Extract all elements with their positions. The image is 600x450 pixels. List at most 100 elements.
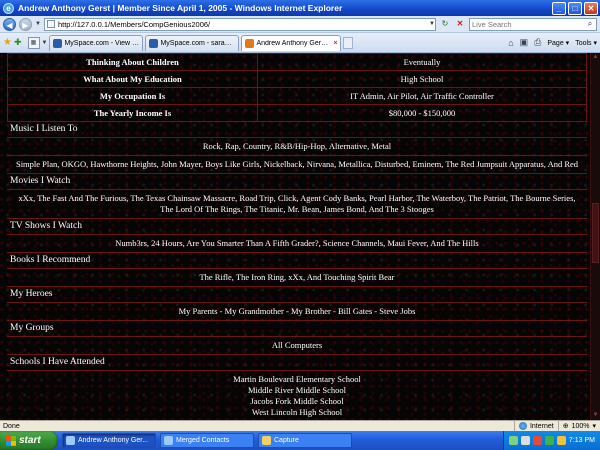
- movies-section: Movies I Watch xXx, The Fast And The Fur…: [7, 174, 587, 219]
- tab-list-dropdown-icon[interactable]: ▼: [42, 40, 48, 46]
- feeds-icon[interactable]: ▣: [520, 37, 529, 48]
- update-icon[interactable]: [556, 436, 566, 445]
- zoom-icon: ⊕: [562, 423, 569, 430]
- tab-row: ★ ✚ ▦ ▼ MySpace.com - View Image -... My…: [0, 33, 600, 53]
- window-title: Andrew Anthony Gerst | Member Since Apri…: [18, 3, 343, 13]
- table-row: What About My Education High School: [7, 70, 587, 88]
- system-tray: 7:13 PM: [502, 431, 600, 450]
- list-item: Martin Boulevard Elementary School: [233, 374, 361, 384]
- minimize-button[interactable]: _: [552, 1, 566, 15]
- taskbar-button-ie[interactable]: Andrew Anthony Ger...: [62, 433, 156, 448]
- status-text: Done: [3, 422, 20, 430]
- ie-icon: e: [3, 2, 14, 14]
- list-item: Jacobs Fork Middle School: [250, 396, 344, 406]
- myspace-icon: [53, 38, 63, 48]
- movies-heading: Movies I Watch: [7, 174, 587, 190]
- security-icon[interactable]: [532, 436, 542, 445]
- url-input[interactable]: [57, 19, 427, 29]
- detail-value: High School: [257, 70, 587, 88]
- clock: 7:13 PM: [568, 437, 595, 444]
- status-bar: Done Internet ⊕ 100% ▾: [0, 420, 600, 431]
- taskbar-button-merged-contacts[interactable]: Merged Contacts: [160, 433, 254, 448]
- internet-zone-icon: [518, 422, 527, 430]
- list-item: West Lincoln High School: [251, 407, 343, 417]
- quick-tabs-icon[interactable]: ▦: [27, 36, 40, 49]
- messenger-icon[interactable]: [544, 436, 554, 445]
- page-tab-icon: [245, 38, 255, 48]
- page-content: Thinking About Children Eventually What …: [0, 53, 590, 420]
- command-bar: ⌂ ▣ ⎙ Page ▾ Tools ▾: [508, 37, 597, 48]
- groups-list: All Computers: [7, 337, 587, 355]
- address-bar: ▼: [43, 17, 436, 31]
- tab-myspace-view-image[interactable]: MySpace.com - View Image -...: [49, 34, 144, 51]
- movies-list: xXx, The Fast And The Furious, The Texas…: [7, 190, 587, 219]
- tv-heading: TV Shows I Watch: [7, 219, 587, 235]
- close-tab-icon[interactable]: ×: [333, 40, 337, 47]
- myspace-icon: [149, 38, 159, 48]
- detail-value: $80,000 - $150,000: [257, 104, 587, 122]
- detail-label: Thinking About Children: [7, 53, 258, 71]
- detail-label: What About My Education: [7, 70, 258, 88]
- books-list: The Rifle, The Iron Ring, xXx, And Touch…: [7, 269, 587, 287]
- tab-myspace-sarah[interactable]: MySpace.com - sarah@marie...: [145, 34, 240, 51]
- vertical-scrollbar[interactable]: ▲ ▼: [590, 53, 600, 420]
- music-genres: Rock, Rap, Country, R&B/Hip-Hop, Alterna…: [7, 138, 587, 156]
- schools-list: Martin Boulevard Elementary School Middl…: [7, 371, 587, 420]
- tv-section: TV Shows I Watch Numb3rs, 24 Hours, Are …: [7, 219, 587, 253]
- zone-indicator: Internet: [513, 421, 558, 431]
- print-icon[interactable]: ⎙: [534, 37, 541, 48]
- detail-label: My Occupation Is: [7, 87, 258, 105]
- groups-section: My Groups All Computers: [7, 321, 587, 355]
- ie-icon: [66, 436, 75, 445]
- forward-button[interactable]: ▶: [19, 17, 32, 31]
- favorites-star-icon[interactable]: ★: [3, 37, 12, 48]
- start-button[interactable]: start: [0, 431, 58, 450]
- details-table: Thinking About Children Eventually What …: [7, 53, 587, 122]
- schools-heading: Schools I Have Attended: [7, 355, 587, 371]
- taskbar: start Andrew Anthony Ger... Merged Conta…: [0, 431, 600, 450]
- table-row: My Occupation Is IT Admin, Air Pilot, Ai…: [7, 87, 587, 105]
- scroll-up-icon[interactable]: ▲: [591, 53, 600, 62]
- stop-icon[interactable]: ✕: [454, 18, 466, 30]
- taskbar-button-capture[interactable]: Capture: [258, 433, 352, 448]
- network-icon[interactable]: [508, 436, 518, 445]
- table-row: The Yearly Income Is $80,000 - $150,000: [7, 104, 587, 122]
- new-tab-button[interactable]: [343, 36, 354, 49]
- music-bands: Simple Plan, OKGO, Hawthorne Heights, Jo…: [7, 156, 587, 174]
- maximize-button[interactable]: □: [568, 1, 582, 15]
- back-button[interactable]: ◀: [3, 17, 16, 31]
- tab-andrew-gerst[interactable]: Andrew Anthony Gerst | ... ×: [241, 34, 342, 51]
- groups-heading: My Groups: [7, 321, 587, 337]
- search-icon[interactable]: ⌕: [584, 19, 596, 29]
- page-icon: [46, 20, 55, 28]
- books-heading: Books I Recommend: [7, 253, 587, 269]
- windows-logo-icon: [6, 435, 16, 446]
- books-section: Books I Recommend The Rifle, The Iron Ri…: [7, 253, 587, 287]
- add-favorites-icon[interactable]: ✚: [14, 37, 22, 48]
- page-menu[interactable]: Page ▾: [547, 39, 569, 47]
- heroes-section: My Heroes My Parents - My Grandmother - …: [7, 287, 587, 321]
- refresh-icon[interactable]: ↻: [439, 18, 451, 30]
- history-dropdown-icon[interactable]: ▼: [35, 21, 41, 27]
- detail-value: IT Admin, Air Pilot, Air Traffic Control…: [257, 87, 587, 105]
- contacts-icon: [164, 436, 173, 445]
- detail-label: The Yearly Income Is: [7, 104, 258, 122]
- close-button[interactable]: ✕: [584, 1, 598, 15]
- search-input[interactable]: [470, 19, 584, 29]
- window-title-bar: e Andrew Anthony Gerst | Member Since Ap…: [0, 0, 600, 16]
- tv-list: Numb3rs, 24 Hours, Are You Smarter Than …: [7, 235, 587, 253]
- address-dropdown-icon[interactable]: ▼: [429, 21, 435, 27]
- window-controls: _ □ ✕: [552, 1, 598, 15]
- zoom-dropdown-icon: ▾: [592, 423, 596, 430]
- volume-icon[interactable]: [520, 436, 530, 445]
- tools-menu[interactable]: Tools ▾: [575, 39, 597, 47]
- address-row: ◀ ▶ ▼ ▼ ↻ ✕ ⌕: [0, 16, 600, 33]
- detail-value: Eventually: [257, 53, 587, 71]
- zoom-control[interactable]: ⊕ 100% ▾: [557, 421, 600, 431]
- table-row: Thinking About Children Eventually: [7, 53, 587, 71]
- list-item: Middle River Middle School: [248, 385, 346, 395]
- schools-section: Schools I Have Attended Martin Boulevard…: [7, 355, 587, 420]
- home-icon[interactable]: ⌂: [508, 38, 513, 48]
- scroll-down-icon[interactable]: ▼: [591, 411, 600, 420]
- scroll-thumb[interactable]: [592, 203, 599, 263]
